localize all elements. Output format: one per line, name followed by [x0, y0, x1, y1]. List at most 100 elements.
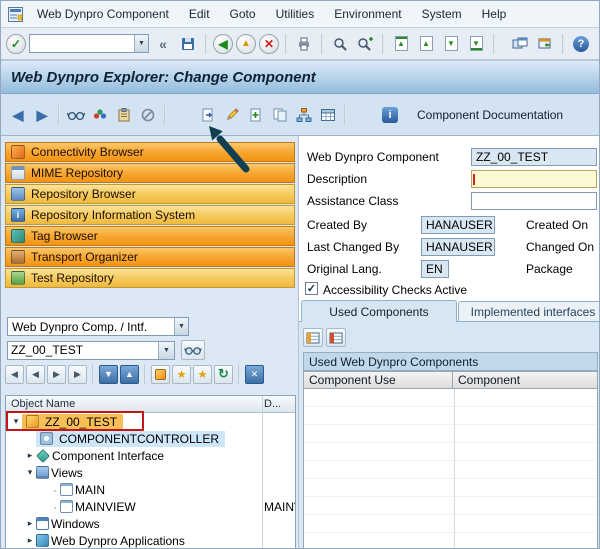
object-tree: Object Name D... ▾ ZZ_00_TEST COMPONENTC…: [5, 395, 296, 549]
save-button[interactable]: [177, 33, 199, 55]
exit-button[interactable]: ▲: [236, 34, 256, 54]
expand-icon[interactable]: ▸: [24, 535, 36, 546]
find-next-button[interactable]: [354, 33, 376, 55]
original-lang-field[interactable]: EN: [421, 260, 449, 278]
menu-goto[interactable]: Goto: [228, 5, 258, 23]
command-field[interactable]: ▼: [29, 34, 149, 53]
history-first-button[interactable]: ◀: [5, 365, 24, 384]
close-browser-button[interactable]: ✕: [245, 365, 264, 384]
menu-utilities[interactable]: Utilities: [274, 5, 317, 23]
tree-header[interactable]: Object Name D...: [6, 396, 295, 413]
tree-row-views[interactable]: ▾ Views: [6, 464, 295, 481]
history-forward-button[interactable]: ▶: [47, 365, 66, 384]
sidebar-button-mime-repository[interactable]: MIME Repository: [5, 163, 295, 183]
sidebar-button-connectivity-browser[interactable]: Connectivity Browser: [5, 142, 295, 162]
find-button[interactable]: [329, 33, 351, 55]
info-button[interactable]: i: [379, 104, 401, 126]
delete-row-button[interactable]: [326, 328, 346, 347]
assistance-class-label: Assistance Class: [307, 194, 398, 208]
tree-row-mainview[interactable]: · MAINVIEW MAINV: [6, 498, 295, 515]
original-lang-value: EN: [426, 262, 443, 276]
tree-row-componentcontroller[interactable]: COMPONENTCONTROLLER: [6, 430, 295, 447]
copy-object-button[interactable]: [269, 104, 291, 126]
sidebar-button-tag-browser[interactable]: Tag Browser: [5, 226, 295, 246]
tree-row-component[interactable]: ▾ ZZ_00_TEST: [6, 413, 295, 430]
print-button[interactable]: [293, 33, 315, 55]
create-subtree-button[interactable]: [151, 365, 170, 384]
system-menu-icon[interactable]: [8, 7, 23, 22]
sidebar-button-repository-browser[interactable]: Repository Browser: [5, 184, 295, 204]
sidebar-button-label: Connectivity Browser: [31, 145, 144, 159]
column-header-component[interactable]: Component: [452, 371, 598, 389]
sidebar-button-test-repository[interactable]: Test Repository: [5, 268, 295, 288]
changed-on-label: Changed On: [526, 240, 594, 254]
create-object-button[interactable]: [245, 104, 267, 126]
cancel-button[interactable]: ✕: [259, 34, 279, 54]
help-button[interactable]: ?: [570, 33, 592, 55]
menu-system[interactable]: System: [420, 5, 464, 23]
tree-row-windows[interactable]: ▸ Windows: [6, 515, 295, 532]
tab-implemented-interfaces[interactable]: Implemented interfaces: [458, 301, 600, 321]
display-object-button[interactable]: [65, 104, 87, 126]
next-page-button[interactable]: ▼: [440, 33, 462, 55]
object-list-button[interactable]: [293, 104, 315, 126]
collapse-all-button[interactable]: ▼: [99, 365, 118, 384]
object-type-select[interactable]: Web Dynpro Comp. / Intf. ▼: [7, 317, 189, 336]
collapse-icon[interactable]: ▾: [10, 416, 22, 427]
menu-web-dynpro-component[interactable]: Web Dynpro Component: [35, 5, 171, 23]
command-input[interactable]: [30, 36, 134, 51]
object-type-dropdown[interactable]: ▼: [174, 318, 188, 335]
deactivate-button[interactable]: [137, 104, 159, 126]
first-page-button[interactable]: ▲: [390, 33, 412, 55]
description-field[interactable]: [471, 170, 597, 188]
used-components-table-body[interactable]: [303, 389, 598, 549]
sidebar-button-transport-organizer[interactable]: Transport Organizer: [5, 247, 295, 267]
copy-button[interactable]: [113, 104, 135, 126]
application-icon: [36, 534, 49, 547]
collapse-icon[interactable]: ▾: [24, 467, 36, 478]
component-documentation-button[interactable]: Component Documentation: [417, 108, 563, 122]
menu-help[interactable]: Help: [480, 5, 509, 23]
enter-button[interactable]: ✓: [6, 34, 26, 54]
object-name-input[interactable]: [8, 342, 158, 359]
nav-back-button[interactable]: ◀: [7, 104, 29, 126]
tab-used-components[interactable]: Used Components: [301, 300, 457, 322]
assistance-class-field[interactable]: [471, 192, 597, 210]
required-marker: [473, 174, 475, 185]
expand-icon[interactable]: ▸: [24, 518, 36, 529]
insert-row-button[interactable]: [303, 328, 323, 347]
table-view-button[interactable]: [317, 104, 339, 126]
command-dropdown-icon[interactable]: ▼: [134, 35, 148, 52]
check-test-button[interactable]: [89, 104, 111, 126]
accessibility-checkbox[interactable]: ✓: [305, 282, 318, 295]
column-header-component-use[interactable]: Component Use: [303, 371, 453, 389]
tree-row-main[interactable]: · MAIN: [6, 481, 295, 498]
favorites-button[interactable]: ★: [193, 365, 212, 384]
create-shortcut-button[interactable]: [534, 33, 556, 55]
expand-all-button[interactable]: ▲: [120, 365, 139, 384]
back-icon: ◀: [218, 38, 227, 50]
last-page-button[interactable]: ▼: [465, 33, 487, 55]
item-list-button[interactable]: «: [152, 33, 174, 55]
refresh-button[interactable]: ↻: [214, 365, 233, 384]
display-change-button[interactable]: [221, 104, 243, 126]
display-object-name-button[interactable]: [181, 340, 205, 360]
tree-row-component-interface[interactable]: ▸ Component Interface: [6, 447, 295, 464]
menu-edit[interactable]: Edit: [187, 5, 212, 23]
component-field[interactable]: ZZ_00_TEST: [471, 148, 597, 166]
previous-page-button[interactable]: ▲: [415, 33, 437, 55]
tree-row-web-dynpro-applications[interactable]: ▸ Web Dynpro Applications: [6, 532, 295, 549]
object-name-dropdown[interactable]: ▼: [158, 342, 174, 359]
menu-environment[interactable]: Environment: [332, 5, 403, 23]
add-favorite-button[interactable]: ★: [172, 365, 191, 384]
last-changed-by-field[interactable]: HANAUSER: [421, 238, 495, 256]
other-object-button[interactable]: [197, 104, 219, 126]
history-last-button[interactable]: ▶: [68, 365, 87, 384]
history-back-button[interactable]: ◀: [26, 365, 45, 384]
back-button[interactable]: ◀: [213, 34, 233, 54]
sidebar-button-repository-information-system[interactable]: i Repository Information System: [5, 205, 295, 225]
created-by-field[interactable]: HANAUSER: [421, 216, 495, 234]
expand-icon[interactable]: ▸: [24, 450, 36, 461]
new-session-button[interactable]: [509, 33, 531, 55]
nav-forward-button[interactable]: ▶: [31, 104, 53, 126]
